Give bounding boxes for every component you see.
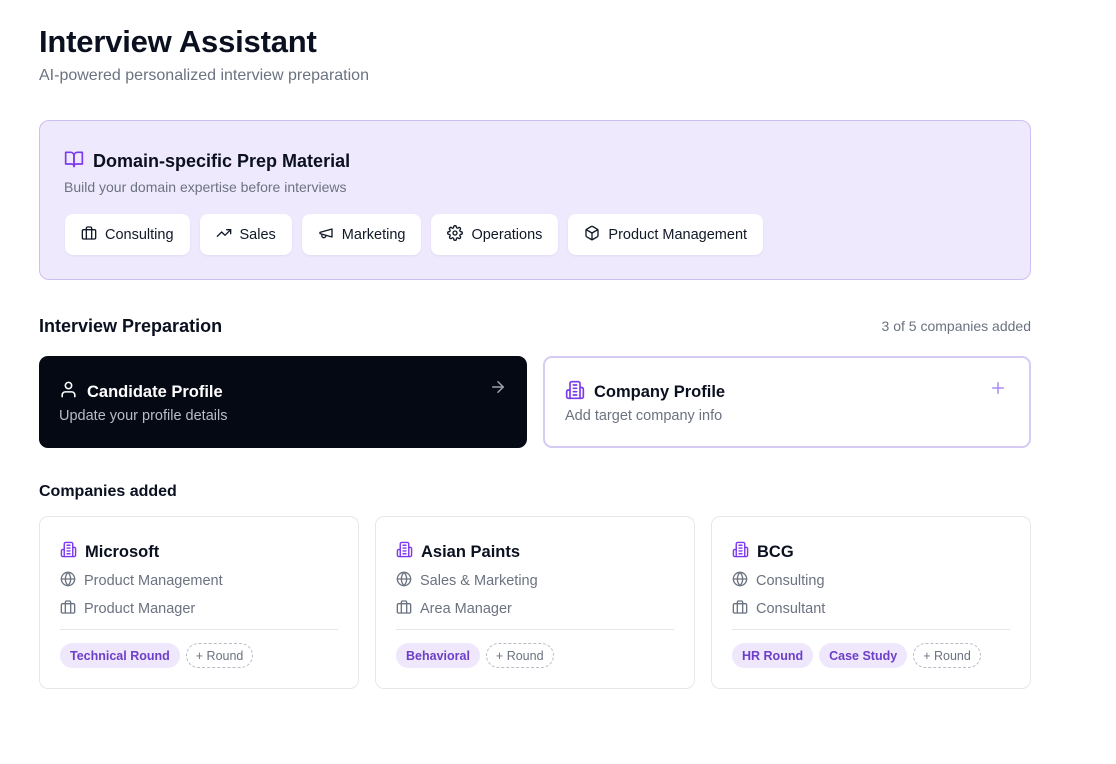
user-icon bbox=[59, 380, 78, 404]
company-domain-text: Sales & Marketing bbox=[420, 573, 538, 589]
candidate-profile-subtitle: Update your profile details bbox=[59, 408, 228, 424]
megaphone-icon bbox=[318, 225, 334, 245]
domain-chip-label: Sales bbox=[239, 226, 276, 243]
company-name: Asian Paints bbox=[421, 542, 521, 561]
companies-added-title: Companies added bbox=[39, 483, 177, 500]
companies-count-text: 3 of 5 companies added bbox=[881, 318, 1031, 334]
company-role-text: Area Manager bbox=[420, 601, 512, 617]
domain-chip-label: Product Management bbox=[608, 226, 748, 243]
add-round-button[interactable]: + Round bbox=[913, 643, 981, 668]
briefcase-icon bbox=[81, 225, 97, 245]
divider bbox=[396, 629, 674, 630]
book-open-icon bbox=[64, 149, 84, 174]
box-icon bbox=[584, 225, 600, 245]
company-role: Consultant bbox=[732, 599, 825, 619]
domain-chip-label: Marketing bbox=[341, 226, 406, 243]
candidate-profile-card[interactable]: Candidate Profile Update your profile de… bbox=[39, 356, 527, 448]
company-domain: Sales & Marketing bbox=[396, 571, 538, 591]
round-tag[interactable]: Behavioral bbox=[396, 643, 480, 668]
trending-up-icon bbox=[216, 225, 232, 245]
company-domain: Consulting bbox=[732, 571, 825, 591]
company-domain: Product Management bbox=[60, 571, 223, 591]
briefcase-icon bbox=[60, 599, 76, 619]
domain-chip-consulting[interactable]: Consulting bbox=[65, 214, 190, 255]
company-card-header: Asian Paints bbox=[396, 541, 520, 563]
globe-icon bbox=[60, 571, 76, 591]
company-card-asian-paints[interactable]: Asian Paints Sales & Marketing Area Mana… bbox=[375, 516, 695, 689]
candidate-profile-header: Candidate Profile bbox=[59, 380, 223, 404]
companies-grid: Microsoft Product Management Product Man… bbox=[39, 516, 1031, 689]
plus-icon[interactable] bbox=[989, 379, 1007, 397]
company-card-header: Microsoft bbox=[60, 541, 159, 563]
page-subtitle: AI-powered personalized interview prepar… bbox=[39, 67, 369, 84]
arrow-right-icon bbox=[489, 378, 507, 396]
company-domain-text: Product Management bbox=[84, 573, 223, 589]
domain-chip-product-management[interactable]: Product Management bbox=[568, 214, 764, 255]
building-icon bbox=[60, 541, 77, 563]
company-card-microsoft[interactable]: Microsoft Product Management Product Man… bbox=[39, 516, 359, 689]
domain-chip-list: Consulting Sales Marketing Operations Pr… bbox=[65, 214, 764, 255]
gear-icon bbox=[447, 224, 464, 245]
building-icon bbox=[732, 541, 749, 563]
company-role-text: Product Manager bbox=[84, 601, 196, 617]
domain-chip-operations[interactable]: Operations bbox=[431, 214, 559, 255]
round-tags: HR Round Case Study + Round bbox=[732, 643, 981, 668]
divider bbox=[60, 629, 338, 630]
divider bbox=[732, 629, 1010, 630]
domain-prep-title: Domain-specific Prep Material bbox=[93, 151, 351, 171]
round-tag[interactable]: Case Study bbox=[819, 643, 908, 668]
briefcase-icon bbox=[396, 599, 412, 619]
domain-chip-sales[interactable]: Sales bbox=[199, 214, 292, 255]
domain-chip-label: Consulting bbox=[105, 226, 174, 243]
company-profile-card[interactable]: Company Profile Add target company info bbox=[543, 356, 1031, 448]
round-tag[interactable]: Technical Round bbox=[60, 643, 180, 668]
domain-chip-marketing[interactable]: Marketing bbox=[301, 214, 422, 255]
add-round-button[interactable]: + Round bbox=[485, 643, 554, 668]
company-profile-subtitle: Add target company info bbox=[565, 408, 723, 424]
page-title: Interview Assistant bbox=[39, 24, 317, 59]
interview-preparation-title: Interview Preparation bbox=[39, 316, 223, 336]
building-icon bbox=[565, 380, 585, 405]
company-name: Microsoft bbox=[85, 542, 160, 561]
round-tags: Technical Round + Round bbox=[60, 643, 254, 668]
company-domain-text: Consulting bbox=[756, 573, 825, 589]
candidate-profile-title: Candidate Profile bbox=[87, 382, 223, 401]
building-icon bbox=[396, 541, 413, 563]
briefcase-icon bbox=[732, 599, 748, 619]
domain-prep-card: Domain-specific Prep Material Build your… bbox=[39, 120, 1031, 280]
round-tag[interactable]: HR Round bbox=[732, 643, 814, 668]
company-role: Area Manager bbox=[396, 599, 512, 619]
company-profile-header: Company Profile bbox=[565, 380, 725, 405]
company-role-text: Consultant bbox=[756, 601, 826, 617]
company-profile-title: Company Profile bbox=[594, 383, 726, 401]
globe-icon bbox=[396, 571, 412, 591]
domain-prep-header: Domain-specific Prep Material bbox=[64, 149, 350, 174]
domain-prep-subtitle: Build your domain expertise before inter… bbox=[64, 179, 347, 195]
round-tags: Behavioral + Round bbox=[396, 643, 554, 668]
company-card-bcg[interactable]: BCG Consulting Consultant HR Round Case … bbox=[711, 516, 1031, 689]
company-role: Product Manager bbox=[60, 599, 195, 619]
company-card-header: BCG bbox=[732, 541, 794, 563]
add-round-button[interactable]: + Round bbox=[185, 643, 254, 668]
domain-chip-label: Operations bbox=[471, 226, 543, 243]
globe-icon bbox=[732, 571, 748, 591]
company-name: BCG bbox=[757, 542, 794, 561]
